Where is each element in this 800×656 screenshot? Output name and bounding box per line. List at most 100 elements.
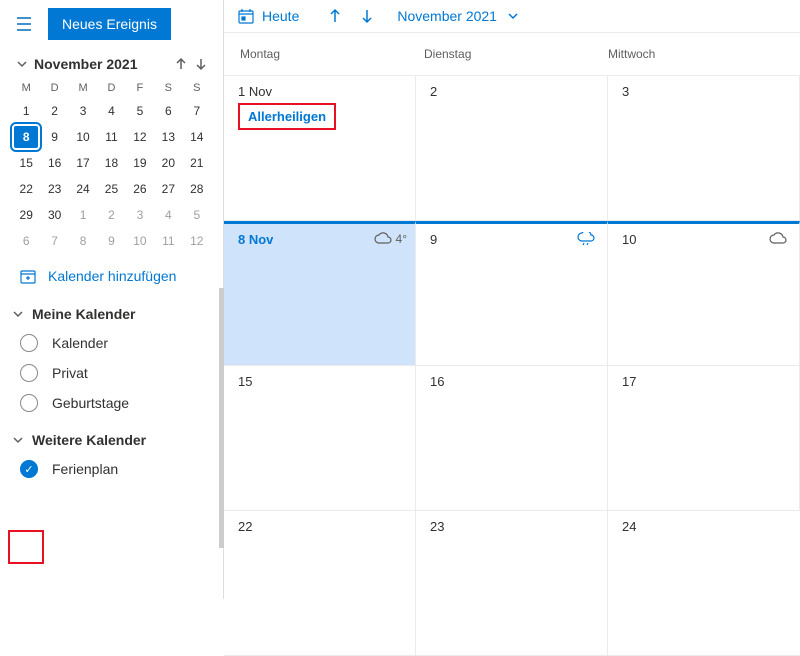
mini-dow: F [126, 80, 154, 96]
mini-day[interactable]: 8 [14, 126, 38, 148]
day-cell[interactable]: 2 [416, 76, 608, 221]
prev-period-arrow[interactable] [319, 0, 351, 32]
mini-day[interactable]: 2 [43, 100, 67, 122]
day-number: 23 [430, 519, 597, 534]
today-label: Heute [262, 8, 299, 24]
main-area: Heute November 2021 Montag Dienstag Mitt… [224, 0, 800, 599]
chevron-down-icon [12, 308, 24, 320]
mini-day[interactable]: 1 [71, 204, 95, 226]
day-cell[interactable]: 9 [416, 221, 608, 366]
mini-day[interactable]: 13 [156, 126, 180, 148]
mini-day[interactable]: 12 [185, 230, 209, 252]
mini-day[interactable]: 17 [71, 152, 95, 174]
add-calendar-label: Kalender hinzufügen [48, 268, 176, 284]
cloud-icon [769, 232, 787, 246]
next-period-arrow[interactable] [351, 0, 383, 32]
day-cell[interactable]: 10 [608, 221, 800, 366]
mini-day[interactable]: 11 [99, 126, 123, 148]
chevron-down-icon[interactable] [12, 54, 32, 74]
day-cell[interactable]: 22 [224, 511, 416, 656]
calendar-checkbox[interactable] [20, 460, 38, 478]
day-number: 22 [238, 519, 405, 534]
today-button[interactable]: Heute [234, 4, 303, 28]
mini-day[interactable]: 4 [156, 204, 180, 226]
mini-day[interactable]: 20 [156, 152, 180, 174]
mini-day[interactable]: 6 [14, 230, 38, 252]
calendar-item-kalender[interactable]: Kalender [8, 328, 215, 358]
mini-day[interactable]: 27 [156, 178, 180, 200]
mini-day[interactable]: 8 [71, 230, 95, 252]
mini-day[interactable]: 7 [43, 230, 67, 252]
mini-day[interactable]: 22 [14, 178, 38, 200]
chevron-down-icon [12, 434, 24, 446]
day-cell[interactable]: 15 [224, 366, 416, 511]
mini-day[interactable]: 5 [185, 204, 209, 226]
mini-day[interactable]: 19 [128, 152, 152, 174]
mini-day[interactable]: 14 [185, 126, 209, 148]
mini-day[interactable]: 21 [185, 152, 209, 174]
menu-toggle[interactable] [10, 10, 38, 38]
cloud-icon [374, 232, 392, 246]
mini-day[interactable]: 10 [128, 230, 152, 252]
mini-day[interactable]: 3 [71, 100, 95, 122]
day-cell[interactable]: 3 [608, 76, 800, 221]
mini-cal-month[interactable]: November 2021 [34, 56, 171, 72]
mini-day[interactable]: 16 [43, 152, 67, 174]
month-picker[interactable]: November 2021 [397, 8, 519, 24]
my-calendars-section[interactable]: Meine Kalender [8, 300, 215, 328]
calendar-checkbox[interactable] [20, 394, 38, 412]
mini-day[interactable]: 11 [156, 230, 180, 252]
day-cell-today[interactable]: 8 Nov 4° [224, 221, 416, 366]
mini-day[interactable]: 26 [128, 178, 152, 200]
mini-dow: D [97, 80, 125, 96]
weather-badge: 4° [374, 232, 407, 246]
mini-day[interactable]: 24 [71, 178, 95, 200]
day-cell[interactable]: 17 [608, 366, 800, 511]
mini-dow: S [154, 80, 182, 96]
mini-day[interactable]: 10 [71, 126, 95, 148]
mini-day[interactable]: 1 [14, 100, 38, 122]
day-cell[interactable]: 23 [416, 511, 608, 656]
event-allerheiligen[interactable]: Allerheiligen [238, 103, 336, 130]
mini-day[interactable]: 5 [128, 100, 152, 122]
mini-day[interactable]: 12 [128, 126, 152, 148]
mini-calendar: November 2021 MDMDFSS1234567891011121314… [0, 48, 223, 256]
calendar-grid: 1 Nov Allerheiligen 2 3 8 Nov 4° 9 10 [224, 76, 800, 656]
mini-day[interactable]: 23 [43, 178, 67, 200]
weather-badge [769, 232, 791, 246]
calendar-checkbox[interactable] [20, 334, 38, 352]
calendar-item-ferienplan[interactable]: Ferienplan [8, 454, 215, 484]
calendar-item-geburtstage[interactable]: Geburtstage [8, 388, 215, 418]
mini-dow: M [69, 80, 97, 96]
mini-day[interactable]: 25 [99, 178, 123, 200]
day-cell[interactable]: 24 [608, 511, 800, 656]
month-label: November 2021 [397, 8, 497, 24]
other-calendars-section[interactable]: Weitere Kalender [8, 426, 215, 454]
mini-day[interactable]: 9 [43, 126, 67, 148]
day-number: 3 [622, 84, 789, 99]
add-calendar-link[interactable]: Kalender hinzufügen [0, 256, 223, 296]
day-number: 17 [622, 374, 789, 389]
day-cell[interactable]: 16 [416, 366, 608, 511]
mini-day[interactable]: 7 [185, 100, 209, 122]
calendar-item-label: Ferienplan [52, 461, 118, 477]
mini-day[interactable]: 28 [185, 178, 209, 200]
mini-day[interactable]: 4 [99, 100, 123, 122]
mini-day[interactable]: 3 [128, 204, 152, 226]
new-event-button[interactable]: Neues Ereignis [48, 8, 171, 40]
mini-day[interactable]: 2 [99, 204, 123, 226]
mini-day[interactable]: 15 [14, 152, 38, 174]
mini-day[interactable]: 30 [43, 204, 67, 226]
day-cell[interactable]: 1 Nov Allerheiligen [224, 76, 416, 221]
calendar-item-privat[interactable]: Privat [8, 358, 215, 388]
mini-day[interactable]: 9 [99, 230, 123, 252]
calendar-checkbox[interactable] [20, 364, 38, 382]
mini-day[interactable]: 29 [14, 204, 38, 226]
mini-dow: S [183, 80, 211, 96]
next-month-arrow[interactable] [191, 54, 211, 74]
calendar-icon [238, 8, 254, 24]
prev-month-arrow[interactable] [171, 54, 191, 74]
mini-day[interactable]: 6 [156, 100, 180, 122]
weekday-header: Montag Dienstag Mittwoch [224, 33, 800, 76]
mini-day[interactable]: 18 [99, 152, 123, 174]
